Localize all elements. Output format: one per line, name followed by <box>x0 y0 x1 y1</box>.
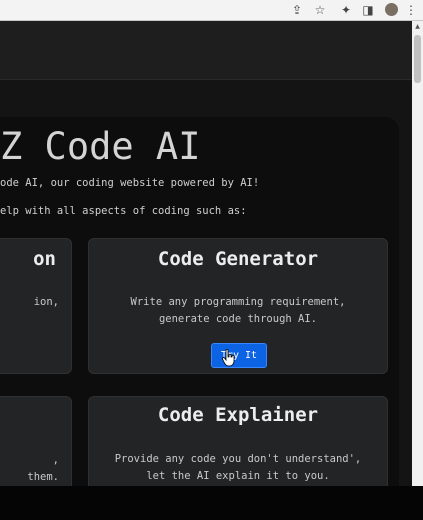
share-icon[interactable]: ⇪ <box>288 1 306 19</box>
hand-cursor-icon <box>222 349 235 367</box>
top-nav-bar <box>0 21 412 80</box>
try-it-button[interactable]: Try It <box>211 343 267 368</box>
bookmark-star-icon[interactable]: ☆ <box>311 1 329 19</box>
card-title: on <box>33 248 56 270</box>
card-title: Code Generator <box>157 248 319 270</box>
card-description-line2: them. <box>27 471 59 483</box>
taskbar <box>0 486 423 520</box>
page-scrollbar[interactable]: ▲ <box>412 21 423 486</box>
side-panel-icon[interactable]: ◨ <box>359 1 377 19</box>
scroll-up-icon[interactable]: ▲ <box>412 21 423 32</box>
feature-card-code-explainer: Code Explainer Provide any code you don'… <box>88 396 388 486</box>
browser-toolbar: ⇪ ☆ ✦ ◨ ⋮ <box>0 0 423 21</box>
profile-avatar-icon[interactable] <box>385 3 398 16</box>
card-description: ion, <box>33 296 59 308</box>
card-description-line2: let the AI explain it to you. <box>146 470 330 482</box>
intro-subtext: elp with all aspects of coding such as: <box>0 205 247 217</box>
card-description-line1: , <box>52 454 59 466</box>
card-description-line1: Write any programming requirement, <box>130 296 346 308</box>
card-description-line2: generate code through AI. <box>158 313 318 325</box>
page-viewport: Z Code AI ode AI, our coding website pow… <box>0 21 412 486</box>
feature-card-code-generator: Code Generator Write any programming req… <box>88 238 388 374</box>
feature-card-left-top: on ion, <box>0 238 72 374</box>
card-title: Code Explainer <box>157 404 319 426</box>
more-menu-icon[interactable]: ⋮ <box>402 1 420 19</box>
card-description-line1: Provide any code you don't understand', <box>114 453 362 465</box>
scrollbar-thumb[interactable] <box>414 35 421 83</box>
feature-card-left-bottom: , them. <box>0 396 72 486</box>
extensions-icon[interactable]: ✦ <box>337 1 355 19</box>
page-title: Z Code AI <box>0 125 201 168</box>
intro-text: ode AI, our coding website powered by AI… <box>0 177 260 189</box>
